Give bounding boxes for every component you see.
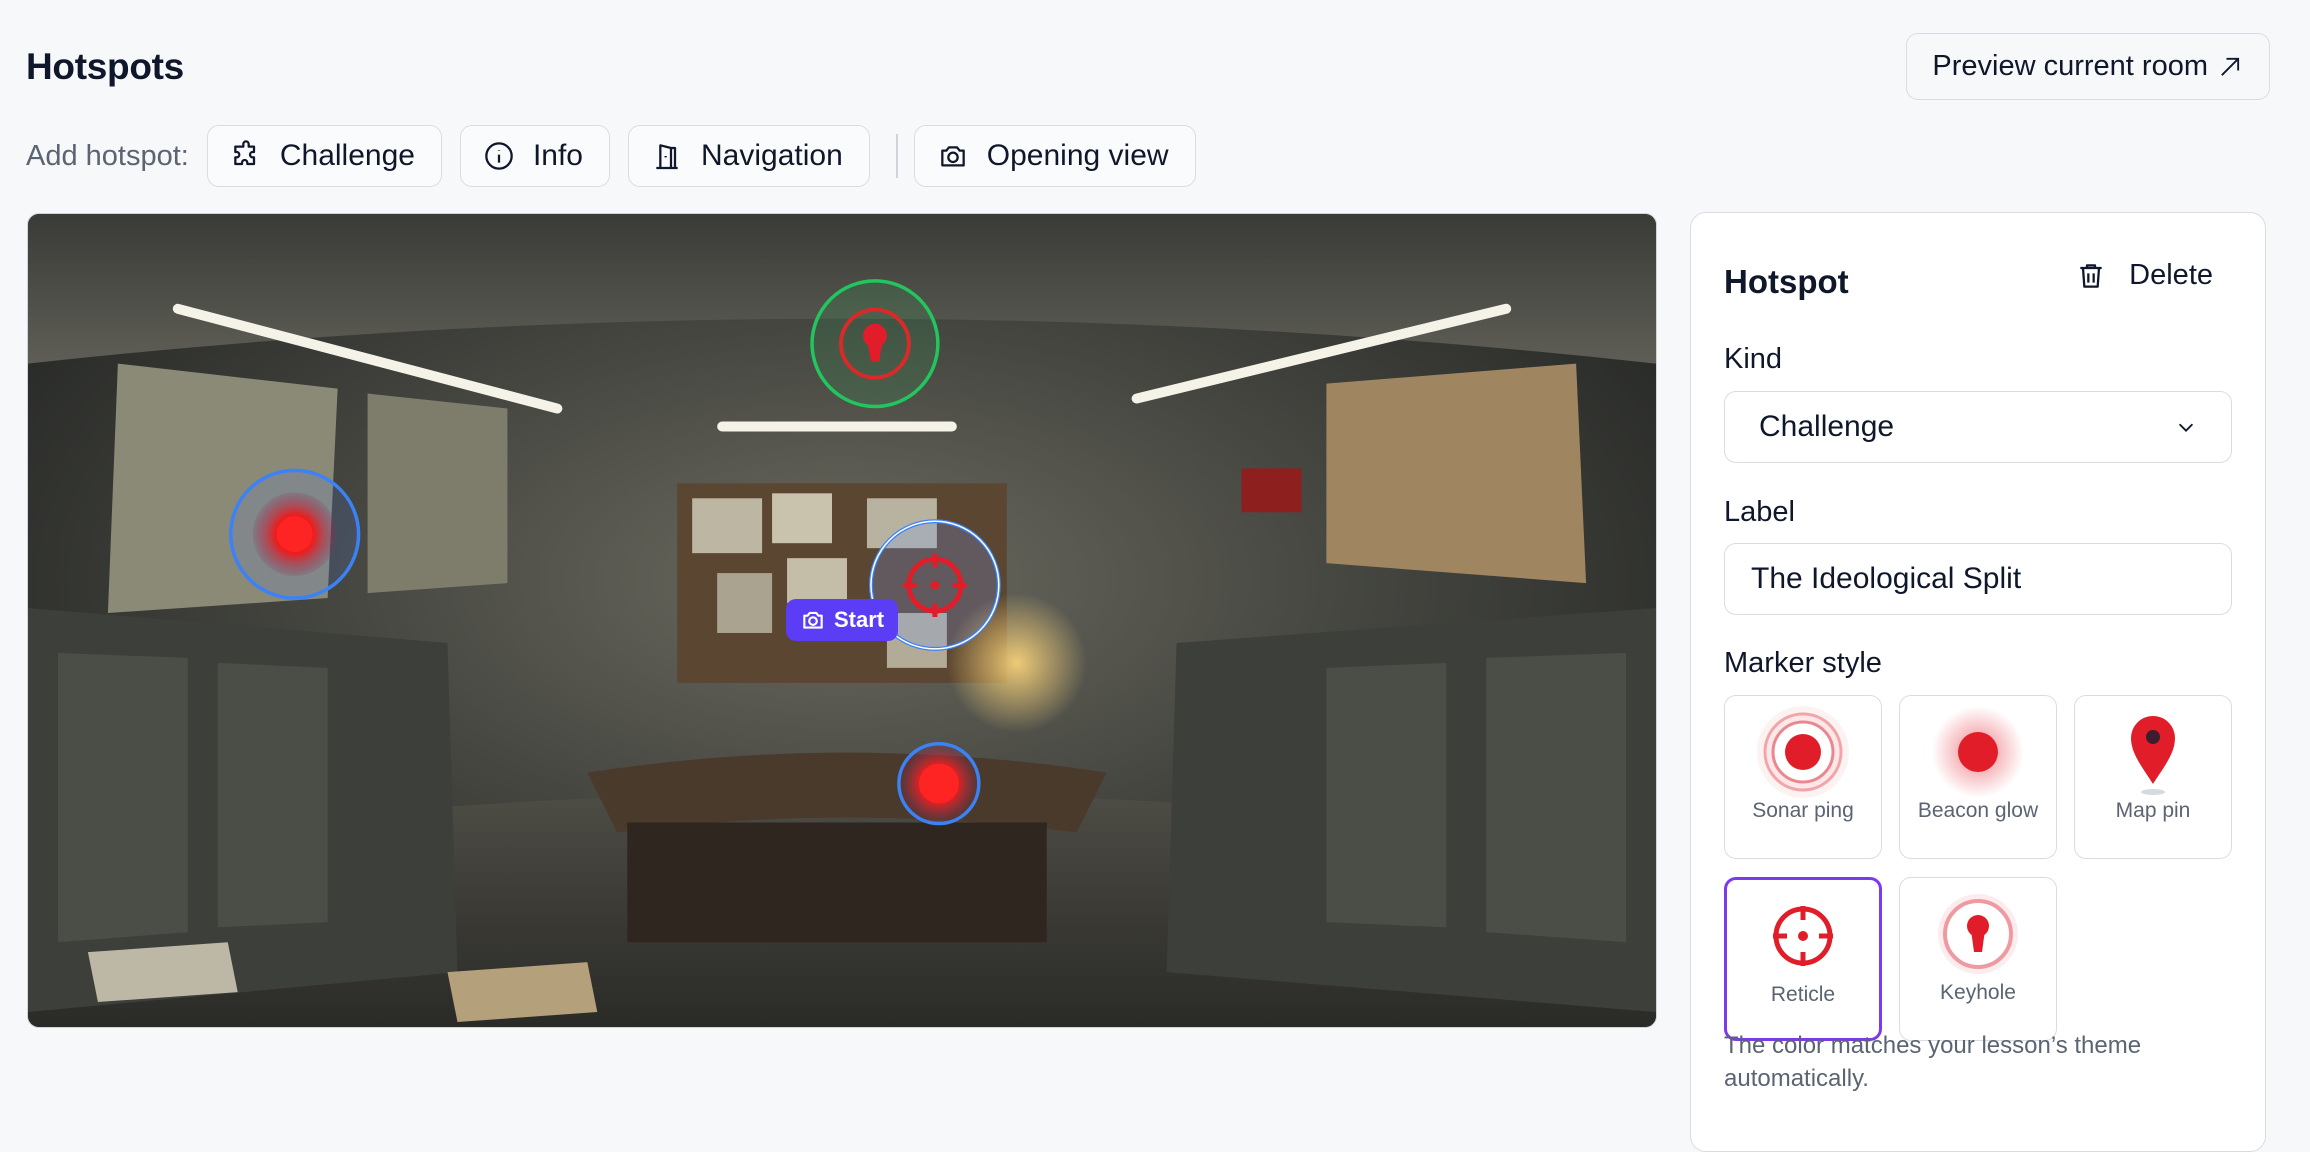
panel-title: Hotspot bbox=[1724, 263, 1849, 300]
add-hotspot-toolbar: Add hotspot: Challenge Info Navigation O… bbox=[26, 125, 1214, 187]
add-opening-view-label: Opening view bbox=[986, 139, 1169, 172]
marker-color-hint: The color matches your lesson’s theme au… bbox=[1724, 1032, 2142, 1092]
marker-option-beacon-glow[interactable]: Beacon glow bbox=[1899, 695, 2057, 859]
marker-option-name: Map pin bbox=[2115, 799, 2191, 822]
sonar-ping-icon bbox=[1757, 706, 1849, 798]
hotspot-panel: Hotspot Delete Kind Challenge Label The … bbox=[1690, 212, 2266, 1152]
delete-button[interactable]: Delete bbox=[2075, 259, 2213, 292]
marker-option-name: Beacon glow bbox=[1917, 799, 2039, 822]
opening-view-chip-label: Start bbox=[834, 607, 885, 632]
kind-label: Kind bbox=[1724, 343, 1783, 375]
label-label: Label bbox=[1724, 496, 1795, 528]
hotspot-beacon-left[interactable] bbox=[229, 468, 361, 600]
hotspot-keyhole[interactable] bbox=[810, 279, 940, 409]
marker-option-reticle[interactable]: Reticle bbox=[1724, 877, 1882, 1041]
puzzle-icon bbox=[234, 140, 255, 166]
add-info-label: Info bbox=[532, 139, 583, 172]
arrow-up-right-icon bbox=[2221, 57, 2240, 76]
keyhole-icon bbox=[1938, 894, 2018, 974]
info-icon bbox=[485, 142, 513, 170]
marker-option-name: Sonar ping bbox=[1752, 799, 1854, 822]
panorama-viewer[interactable]: Start bbox=[27, 213, 1657, 1028]
label-input-value: The Ideological Split bbox=[1751, 562, 2022, 595]
add-challenge-label: Challenge bbox=[279, 139, 415, 172]
page-header: Hotspots Preview current room bbox=[26, 33, 2270, 100]
map-pin-icon bbox=[2131, 716, 2175, 795]
marker-option-name: Keyhole bbox=[1940, 981, 2016, 1004]
marker-option-keyhole[interactable]: Keyhole bbox=[1899, 877, 2057, 1041]
add-navigation-label: Navigation bbox=[701, 139, 843, 172]
add-info-button[interactable]: Info bbox=[459, 125, 610, 187]
preview-room-label: Preview current room bbox=[1932, 50, 2208, 82]
chevron-down-icon bbox=[2178, 423, 2194, 432]
opening-view-chip[interactable]: Start bbox=[786, 599, 898, 641]
marker-option-sonar-ping[interactable]: Sonar ping bbox=[1724, 695, 1882, 859]
camera-icon bbox=[803, 611, 823, 629]
marker-option-map-pin[interactable]: Map pin bbox=[2074, 695, 2232, 859]
add-navigation-button[interactable]: Navigation bbox=[628, 125, 870, 187]
kind-select-value: Challenge bbox=[1759, 410, 1895, 443]
hotspot-beacon-desk[interactable] bbox=[897, 741, 981, 826]
preview-room-button[interactable]: Preview current room bbox=[1906, 33, 2270, 100]
add-opening-view-button[interactable]: Opening view bbox=[913, 125, 1196, 187]
kind-select[interactable]: Challenge bbox=[1724, 391, 2232, 463]
marker-option-name: Reticle bbox=[1770, 983, 1836, 1006]
reticle-icon bbox=[1773, 906, 1833, 966]
door-icon bbox=[656, 144, 678, 170]
beacon-glow-icon bbox=[1932, 706, 2024, 798]
add-hotspot-label: Add hotspot: bbox=[26, 139, 189, 172]
toolbar-divider bbox=[895, 134, 898, 178]
label-input[interactable]: The Ideological Split bbox=[1724, 543, 2232, 615]
camera-icon bbox=[940, 146, 965, 167]
trash-icon bbox=[2080, 263, 2102, 288]
add-challenge-button[interactable]: Challenge bbox=[206, 125, 442, 187]
delete-label: Delete bbox=[2129, 259, 2213, 291]
page-title: Hotspots bbox=[26, 46, 184, 87]
marker-style-label: Marker style bbox=[1724, 647, 1882, 679]
